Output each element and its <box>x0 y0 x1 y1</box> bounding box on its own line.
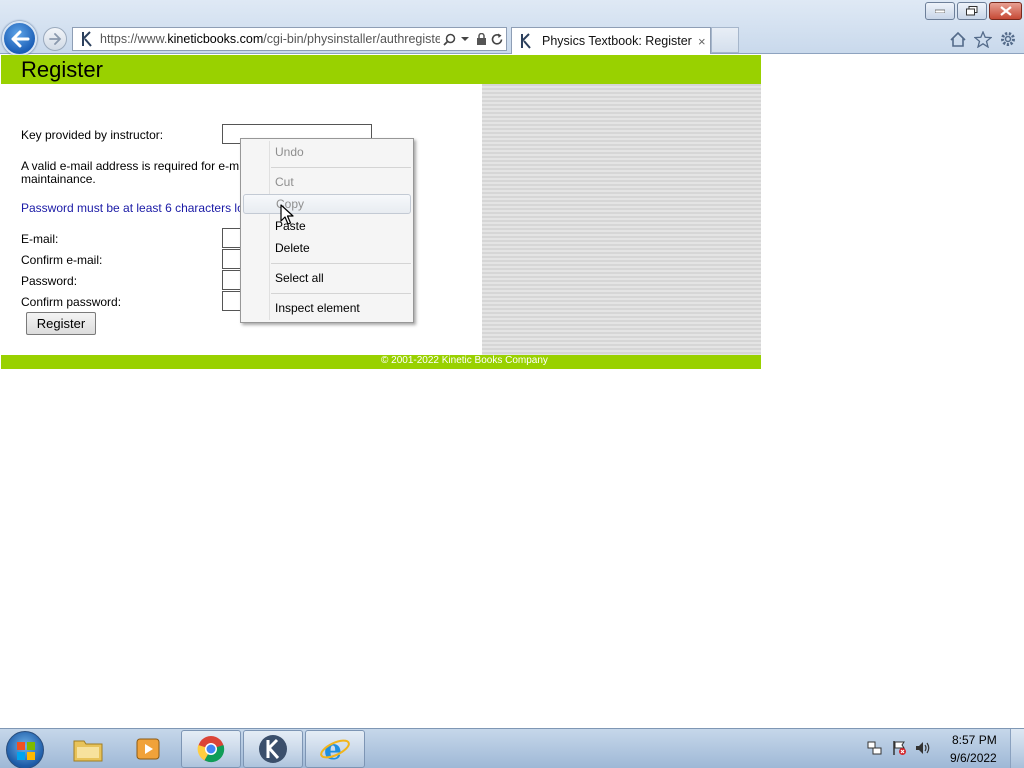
taskbar-media-player[interactable] <box>118 730 178 768</box>
search-icon[interactable] <box>442 31 456 47</box>
register-button[interactable]: Register <box>26 312 96 335</box>
arrow-right-icon <box>49 33 62 45</box>
footer-bar: © 2001-2022 Kinetic Books Company <box>1 355 761 369</box>
show-desktop-button[interactable] <box>1010 729 1024 768</box>
new-tab-button[interactable] <box>711 27 739 53</box>
taskbar-internet-explorer[interactable]: e <box>305 730 365 768</box>
kinetic-books-icon <box>259 735 287 763</box>
tab-close-icon[interactable]: × <box>698 34 706 49</box>
gear-icon[interactable] <box>998 29 1018 49</box>
dropdown-arrow-icon[interactable] <box>458 31 472 47</box>
media-player-icon <box>136 738 160 760</box>
lock-icon[interactable] <box>474 31 488 47</box>
kinetic-books-tab-icon <box>518 33 534 49</box>
key-label: Key provided by instructor: <box>21 128 164 142</box>
confirm-password-label: Confirm password: <box>21 295 122 309</box>
menu-item-inspect-element[interactable]: Inspect element <box>243 297 411 319</box>
volume-icon[interactable] <box>915 740 931 756</box>
menu-item-cut[interactable]: Cut <box>243 171 411 193</box>
restore-icon <box>966 6 978 16</box>
restore-button[interactable] <box>957 2 987 20</box>
home-icon[interactable] <box>948 29 968 49</box>
address-bar[interactable]: https://www.kineticbooks.com/cgi-bin/phy… <box>72 27 507 51</box>
minimize-icon <box>935 9 945 13</box>
folder-icon <box>73 740 103 762</box>
password-label: Password: <box>21 274 78 288</box>
kinetic-books-favicon-icon <box>78 30 96 48</box>
close-window-button[interactable] <box>989 2 1022 20</box>
close-icon <box>999 6 1012 16</box>
menu-item-select-all[interactable]: Select all <box>243 267 411 289</box>
email-label: E-mail: <box>21 232 59 246</box>
menu-separator <box>271 167 411 168</box>
password-notice: Password must be at least 6 characters l… <box>21 201 243 215</box>
menu-separator <box>271 263 411 264</box>
page-viewport: Register Key provided by instructor: A v… <box>0 55 1024 727</box>
tab-physics-textbook-register[interactable]: Physics Textbook: Register × <box>511 27 711 54</box>
menu-item-paste[interactable]: Paste <box>243 215 411 237</box>
chrome-icon <box>197 736 225 763</box>
start-button[interactable] <box>6 731 44 768</box>
email-input[interactable] <box>222 228 242 248</box>
taskbar-file-explorer[interactable] <box>58 730 118 768</box>
mouse-pointer-icon <box>280 204 294 225</box>
menu-item-copy[interactable]: Copy <box>243 194 411 214</box>
action-center-flag-icon[interactable] <box>891 740 907 756</box>
taskbar-chrome[interactable] <box>181 730 241 768</box>
arrow-left-icon <box>11 30 29 47</box>
minimize-button[interactable] <box>925 2 955 20</box>
back-button[interactable] <box>2 21 37 56</box>
password-input[interactable] <box>222 270 242 290</box>
menu-item-delete[interactable]: Delete <box>243 237 411 259</box>
taskbar-kinetic-books[interactable] <box>243 730 303 768</box>
email-notice: A valid e-mail address is required for e… <box>21 159 240 186</box>
favorites-star-icon[interactable] <box>973 29 993 49</box>
header-bar: Register <box>1 55 761 84</box>
menu-item-undo[interactable]: Undo <box>243 141 411 163</box>
confirm-email-input[interactable] <box>222 249 242 269</box>
clock-time[interactable]: 8:57 PM <box>952 733 997 747</box>
footer-copyright: © 2001-2022 Kinetic Books Company <box>381 355 548 366</box>
page-title: Register <box>21 57 103 82</box>
context-menu: Undo Cut Copy Paste Delete Select all In… <box>240 138 414 323</box>
clock-date[interactable]: 9/6/2022 <box>950 751 997 765</box>
browser-chrome: https://www.kineticbooks.com/cgi-bin/phy… <box>0 0 1024 56</box>
network-icon[interactable] <box>867 740 883 756</box>
svg-text:e: e <box>324 734 342 764</box>
tab-title: Physics Textbook: Register <box>542 34 692 48</box>
menu-separator <box>271 293 411 294</box>
address-url[interactable]: https://www.kineticbooks.com/cgi-bin/phy… <box>100 32 440 46</box>
side-panel <box>482 84 761 355</box>
forward-button[interactable] <box>43 27 67 51</box>
confirm-email-label: Confirm e-mail: <box>21 253 103 267</box>
confirm-password-input[interactable] <box>222 291 242 311</box>
windows-logo-icon <box>17 742 35 760</box>
internet-explorer-icon: e <box>320 734 350 764</box>
refresh-icon[interactable] <box>490 31 504 47</box>
